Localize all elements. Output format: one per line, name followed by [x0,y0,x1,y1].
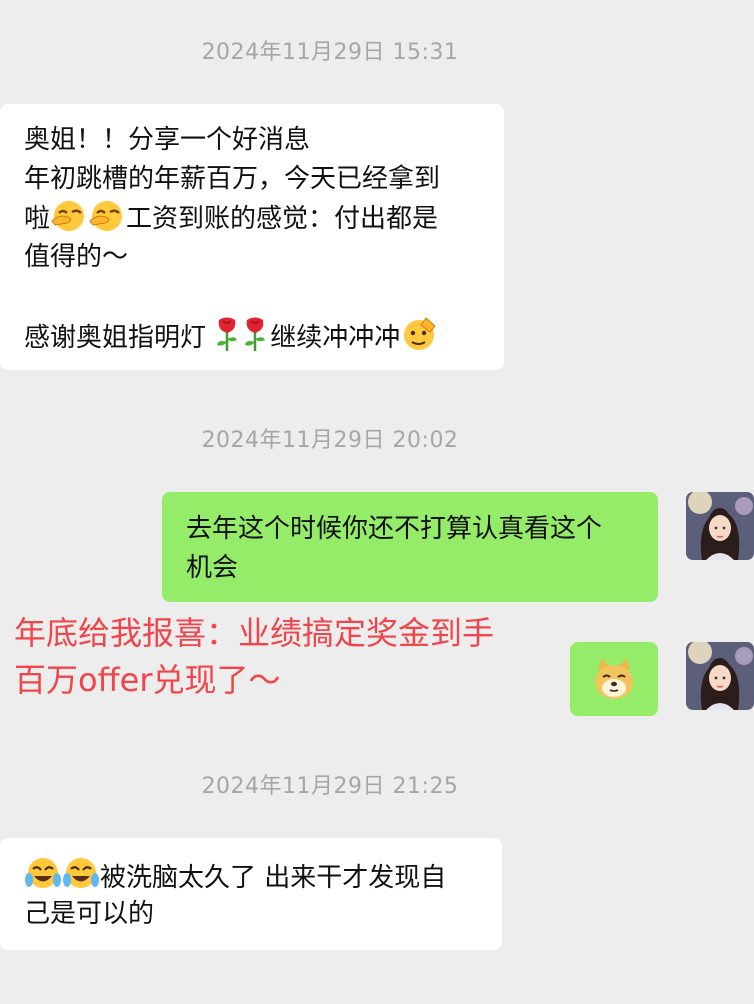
message-text: 机会 [186,553,239,583]
message-text: 奥姐！！分享一个好消息 [24,125,311,155]
message-bubble-outgoing-sticker[interactable] [570,642,658,716]
message-text: 感谢奥姐指明灯 [24,323,207,353]
tears-of-joy-icon [63,858,99,888]
message-text [24,277,482,316]
chat-window: 2024年11月29日 15:31 奥姐！！分享一个好消息 年初跳槽的年薪百万，… [0,0,754,1004]
message-text-line: 感谢奥姐指明灯 继续冲冲冲 [24,316,482,355]
timestamp: 2024年11月29日 15:31 [201,40,459,65]
message-text-line: 啦 工资到账的感觉：付出都是 [24,199,482,238]
message-text: 啦 [24,204,51,234]
timestamp: 2024年11月29日 20:02 [201,428,459,453]
salute-face-icon [404,317,436,350]
rose-icon [245,317,266,351]
face-with-finger-icon [89,201,123,231]
avatar-image [686,492,754,560]
annotation-line: 百万offer兑现了～ [14,661,281,699]
user-avatar[interactable] [686,642,754,710]
message-text: 值得的～ [24,242,129,272]
message-bubble-incoming[interactable]: 被洗脑太久了 出来干才发现自 己是可以的 [0,838,502,950]
avatar-image [686,642,754,710]
message-text: 去年这个时候你还不打算认真看这个 [186,514,603,544]
doge-icon [595,658,633,699]
message-bubble-outgoing[interactable]: 去年这个时候你还不打算认真看这个 机会 [162,492,658,602]
message-text: 被洗脑太久了 出来干才发现自 [100,863,447,893]
message-text: 己是可以的 [24,899,155,929]
face-with-finger-icon [51,201,85,231]
message-text-line: 被洗脑太久了 出来干才发现自 [24,856,480,895]
rose-icon [217,317,238,351]
user-avatar[interactable] [686,492,754,560]
message-bubble-incoming[interactable]: 奥姐！！分享一个好消息 年初跳槽的年薪百万，今天已经拿到 啦 工资到账的感觉：付… [0,104,504,370]
timestamp: 2024年11月29日 21:25 [201,774,459,799]
message-text: 工资到账的感觉：付出都是 [126,204,439,234]
message-text: 年初跳槽的年薪百万，今天已经拿到 [24,164,441,194]
message-text: 继续冲冲冲 [270,323,401,353]
annotation-line: 年底给我报喜：业绩搞定奖金到手 [14,614,495,652]
annotation-overlay: 年底给我报喜：业绩搞定奖金到手 百万offer兑现了～ [14,610,494,704]
tears-of-joy-icon [25,858,61,888]
